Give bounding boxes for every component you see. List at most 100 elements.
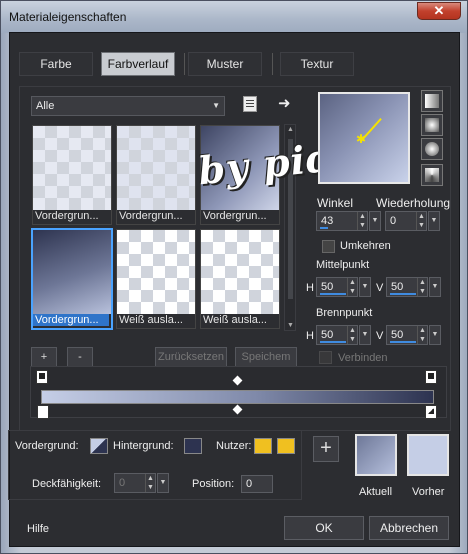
opacity-field[interactable]: 0 ▲ ▼: [114, 473, 156, 493]
add-gradient-button[interactable]: +: [31, 347, 57, 367]
save-button[interactable]: Speichem: [235, 347, 297, 367]
invert-checkbox[interactable]: [322, 240, 335, 253]
gallery-item-label: Vordergrun...: [203, 210, 267, 222]
cancel-button[interactable]: Abbrechen: [369, 516, 449, 540]
tab-separator: [184, 53, 185, 75]
center-v-value: 50: [391, 281, 404, 293]
opacity-stop-handle[interactable]: [425, 370, 437, 384]
center-v-dropdown-icon[interactable]: ▼: [429, 277, 441, 297]
gallery-item-label: Weiß ausla...: [119, 314, 183, 326]
background-swatch[interactable]: [184, 438, 202, 454]
scroll-up-icon[interactable]: ▲: [287, 126, 294, 133]
foreground-label: Vordergrund:: [15, 440, 79, 452]
focus-h-slider-fill: [320, 341, 346, 343]
focus-v-value: 50: [391, 329, 404, 341]
repeat-stepper-icon[interactable]: ▲ ▼: [416, 212, 426, 230]
repeat-field[interactable]: 0 ▲ ▼: [385, 211, 427, 231]
gallery-item-label: Vordergrun...: [119, 210, 183, 222]
link-checkbox[interactable]: [319, 351, 332, 364]
center-h-field[interactable]: 50 ▲ ▼: [316, 277, 358, 297]
focus-h-field[interactable]: 50 ▲ ▼: [316, 325, 358, 345]
opacity-value: 0: [119, 477, 126, 489]
tab-separator: [272, 53, 273, 75]
linear-style-icon[interactable]: [421, 90, 443, 112]
radial-style-icon[interactable]: [421, 138, 443, 160]
current-preview: [355, 434, 397, 476]
remove-gradient-button[interactable]: -: [67, 347, 93, 367]
color-stop-handle[interactable]: [37, 405, 49, 419]
gallery-item[interactable]: Weiß ausla...: [200, 229, 280, 329]
focus-v-slider-fill: [390, 341, 416, 343]
focus-v-dropdown-icon[interactable]: ▼: [429, 325, 441, 345]
title-bar[interactable]: Materialeigenschaften ✕: [1, 1, 467, 33]
center-v-slider-fill: [390, 293, 416, 295]
scroll-down-icon[interactable]: ▼: [287, 322, 294, 329]
gallery-item[interactable]: Vordergrun...: [31, 228, 113, 330]
focus-h-stepper-icon[interactable]: ▲ ▼: [347, 326, 357, 344]
center-v-stepper-icon[interactable]: ▲ ▼: [417, 278, 427, 296]
sunburst-style-icon[interactable]: [421, 164, 443, 186]
center-h-value: 50: [321, 281, 334, 293]
opacity-stop-handle[interactable]: [36, 370, 48, 384]
angle-stepper-icon[interactable]: ▲ ▼: [357, 212, 367, 230]
focus-v-field[interactable]: 50 ▲ ▼: [386, 325, 428, 345]
help-link[interactable]: Hilfe: [27, 523, 49, 535]
gallery-item-label: Vordergrun...: [33, 314, 109, 326]
tab-textur[interactable]: Textur: [280, 52, 354, 76]
background-label: Hintergrund:: [113, 440, 174, 452]
angle-slider-fill: [320, 227, 328, 229]
angle-label: Winkel: [317, 196, 354, 210]
focus-v-stepper-icon[interactable]: ▲ ▼: [417, 326, 427, 344]
repeat-label: Wiederholung: [376, 196, 451, 210]
gallery-item-label: Vordergrun...: [35, 210, 99, 222]
center-h-slider-fill: [320, 293, 346, 295]
invert-label: Umkehren: [340, 240, 391, 252]
gradient-thumbnail: [117, 126, 195, 210]
gallery-item-label: Weiß ausla...: [203, 314, 267, 326]
position-value: 0: [246, 478, 253, 490]
angle-field[interactable]: 43 ▲ ▼: [316, 211, 368, 231]
center-h-stepper-icon[interactable]: ▲ ▼: [347, 278, 357, 296]
gallery-filter-value: Alle: [36, 100, 55, 112]
focus-label: Brennpunkt: [316, 307, 373, 319]
center-v-field[interactable]: 50 ▲ ▼: [386, 277, 428, 297]
user-swatch[interactable]: [254, 438, 272, 454]
center-label: Mittelpunkt: [316, 259, 370, 271]
previous-preview[interactable]: [407, 434, 449, 476]
add-swatch-button[interactable]: +: [313, 436, 339, 462]
reset-button[interactable]: Zurücksetzen: [155, 347, 227, 367]
position-field[interactable]: 0: [241, 475, 273, 493]
current-label: Aktuell: [359, 486, 393, 498]
gallery-item[interactable]: Weiß ausla...: [116, 229, 196, 329]
user-swatch[interactable]: [277, 438, 295, 454]
gallery-item[interactable]: Vordergrun...: [32, 125, 112, 225]
focus-v-label: V: [376, 330, 384, 342]
opacity-stepper-icon[interactable]: ▲ ▼: [145, 474, 155, 492]
gradient-bar[interactable]: [41, 390, 434, 404]
repeat-dropdown-icon[interactable]: ▼: [428, 211, 440, 231]
angle-dropdown-icon[interactable]: ▼: [369, 211, 381, 231]
document-icon[interactable]: [243, 96, 257, 112]
center-v-label: V: [376, 282, 384, 294]
tab-farbe[interactable]: Farbe: [19, 52, 93, 76]
gradient-preview[interactable]: ✱: [318, 92, 410, 184]
rectangular-style-icon[interactable]: [421, 114, 443, 136]
repeat-value: 0: [390, 215, 397, 227]
ok-button[interactable]: OK: [284, 516, 364, 540]
foreground-swatch[interactable]: [90, 438, 108, 454]
focus-h-dropdown-icon[interactable]: ▼: [359, 325, 371, 345]
window-title: Materialeigenschaften: [9, 10, 127, 24]
link-label: Verbinden: [338, 352, 388, 364]
tab-muster[interactable]: Muster: [188, 52, 262, 76]
center-h-dropdown-icon[interactable]: ▼: [359, 277, 371, 297]
previous-label: Vorher: [412, 486, 445, 498]
arrow-right-icon[interactable]: ➜: [278, 94, 291, 112]
close-button[interactable]: ✕: [417, 2, 461, 20]
gradient-thumbnail: [117, 230, 195, 314]
tab-farbverlauf[interactable]: Farbverlauf: [101, 52, 175, 76]
opacity-dropdown-icon[interactable]: ▼: [157, 473, 169, 493]
center-marker-icon[interactable]: ✱: [356, 132, 366, 146]
gallery-item[interactable]: Vordergrun...: [116, 125, 196, 225]
gallery-filter-dropdown[interactable]: Alle ▼: [31, 96, 225, 116]
color-stop-handle[interactable]: [425, 405, 437, 419]
